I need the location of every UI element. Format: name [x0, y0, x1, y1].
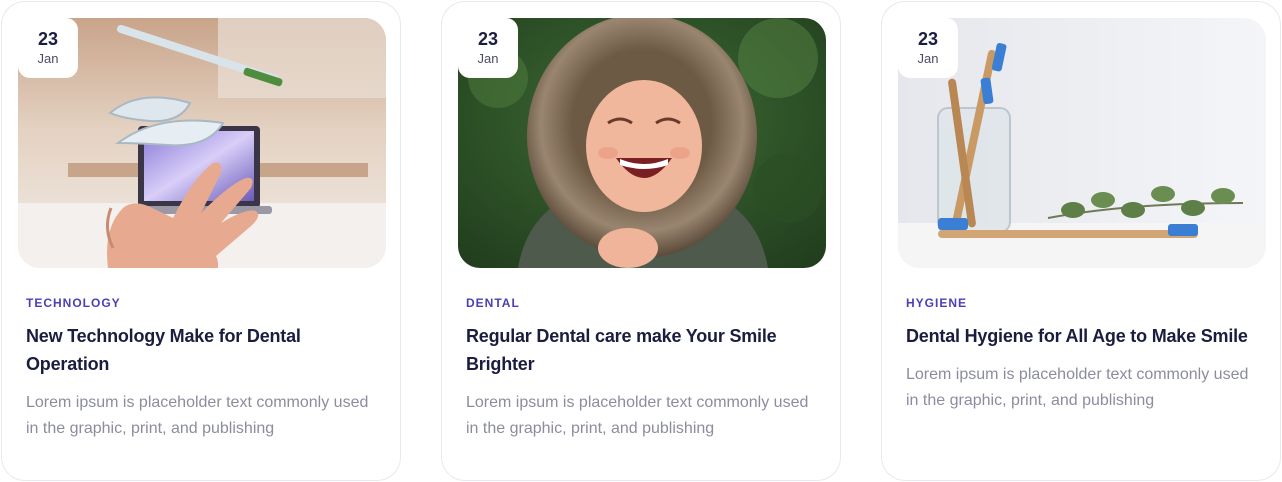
date-badge: 23 Jan	[18, 18, 78, 78]
post-category[interactable]: DENTAL	[466, 296, 520, 310]
blog-card[interactable]: 23 Jan DENTAL Regular Dental care make Y…	[441, 1, 841, 481]
blog-card[interactable]: 23 Jan TECHNOLOGY New Technology Make fo…	[1, 1, 401, 481]
date-month: Jan	[917, 51, 939, 66]
post-title[interactable]: Regular Dental care make Your Smile Brig…	[466, 322, 826, 378]
date-month: Jan	[477, 51, 499, 66]
post-excerpt: Lorem ipsum is placeholder text commonly…	[466, 394, 809, 437]
blog-card-grid: 23 Jan TECHNOLOGY New Technology Make fo…	[0, 0, 1282, 482]
date-month: Jan	[37, 51, 59, 66]
blog-card[interactable]: 23 Jan HYGIENE Dental Hygiene for All Ag…	[881, 1, 1281, 481]
post-title[interactable]: Dental Hygiene for All Age to Make Smile	[906, 322, 1266, 350]
post-category[interactable]: TECHNOLOGY	[26, 296, 121, 310]
date-day: 23	[37, 29, 59, 49]
post-excerpt: Lorem ipsum is placeholder text commonly…	[906, 366, 1249, 409]
post-category[interactable]: HYGIENE	[906, 296, 967, 310]
date-badge: 23 Jan	[458, 18, 518, 78]
date-day: 23	[477, 29, 499, 49]
date-day: 23	[917, 29, 939, 49]
post-excerpt: Lorem ipsum is placeholder text commonly…	[26, 394, 369, 437]
post-title[interactable]: New Technology Make for Dental Operation	[26, 322, 386, 378]
date-badge: 23 Jan	[898, 18, 958, 78]
